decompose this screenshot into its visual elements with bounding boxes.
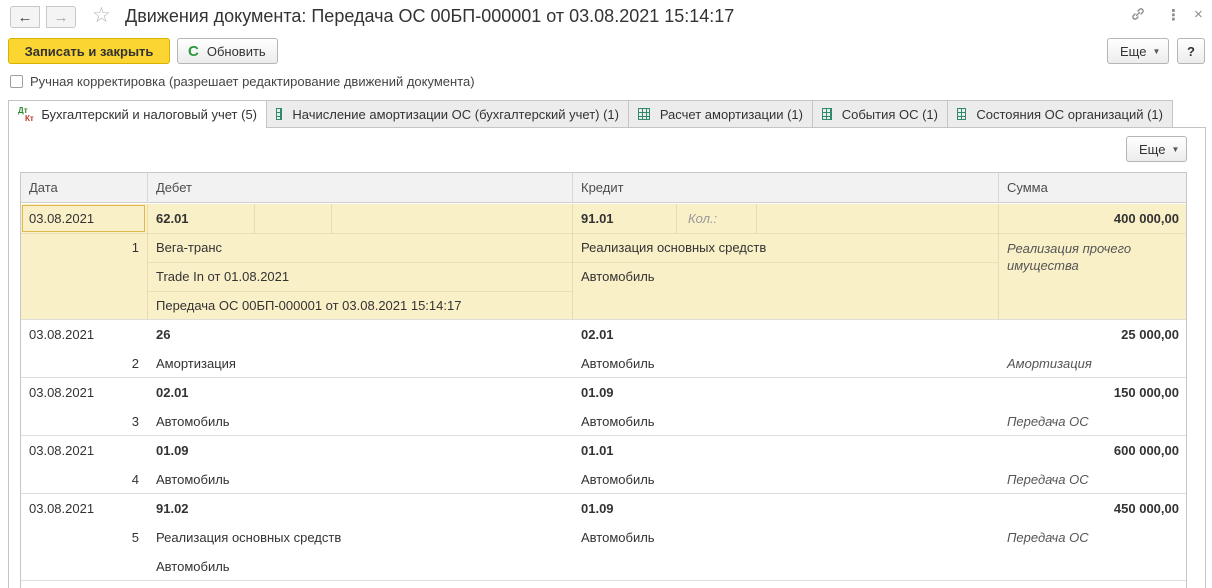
cell-credit-subconto[interactable]: Реализация основных средств — [581, 233, 766, 262]
cell-credit-account[interactable]: 01.09 — [581, 494, 614, 523]
grid-icon — [822, 108, 832, 120]
column-header-credit[interactable]: Кредит — [573, 173, 999, 203]
entries-table[interactable]: Дата Дебет Кредит Сумма 03.08.2021 62.01… — [20, 172, 1187, 588]
cell-amount[interactable]: 600 000,00 — [999, 436, 1179, 465]
cell-debit-account[interactable]: 91.02 — [156, 494, 189, 523]
cell-credit-subconto[interactable]: Автомобиль — [581, 465, 655, 494]
cell-debit-subconto[interactable]: Передача ОС 00БП-000001 от 03.08.2021 15… — [156, 291, 461, 320]
cell-credit-qty-label: Кол.: — [688, 211, 718, 226]
window-title: Движения документа: Передача ОС 00БП-000… — [125, 6, 735, 26]
cell-credit-account[interactable]: 01.09 — [581, 378, 614, 407]
cell-line-number: 2 — [131, 356, 139, 371]
cell-debit-subconto[interactable]: Амортизация — [156, 349, 236, 378]
arrow-right-icon: → — [53, 8, 69, 26]
cell-line-number: 3 — [131, 414, 139, 429]
table-header: Дата Дебет Кредит Сумма — [21, 173, 1186, 203]
cell-line-number: 5 — [131, 530, 139, 545]
refresh-button[interactable]: C Обновить — [177, 38, 278, 64]
manual-correction-checkbox[interactable] — [10, 75, 23, 88]
cell-debit-account[interactable]: 01.09 — [156, 436, 189, 465]
refresh-icon: C — [188, 42, 199, 60]
cell-content[interactable]: Передача ОС — [1007, 523, 1089, 552]
link-icon[interactable] — [1130, 6, 1146, 26]
more-label: Еще — [1120, 43, 1147, 59]
table-row[interactable]: 03.08.2021 91.02 01.09 450 000,00 5 Реал… — [21, 494, 1186, 581]
cell-content[interactable]: Передача ОС — [1007, 407, 1089, 436]
tab-label: Бухгалтерский и налоговый учет (5) — [41, 107, 257, 122]
cell-credit-account[interactable]: 01.01 — [581, 436, 614, 465]
tab-bar: Дт Кт Бухгалтерский и налоговый учет (5) … — [8, 100, 1178, 128]
cell-content[interactable]: Реализация прочего имущества — [1007, 240, 1167, 274]
cell-debit-account[interactable]: 62.01 — [156, 204, 189, 233]
more-label: Еще — [1139, 141, 1166, 157]
cell-debit-subconto[interactable]: Автомобиль — [156, 407, 230, 436]
caret-down-icon: ▼ — [1171, 144, 1180, 154]
table-row[interactable]: 03.08.2021 01.09 01.01 600 000,00 4 Авто… — [21, 436, 1186, 494]
cell-date[interactable]: 03.08.2021 — [29, 204, 94, 233]
manual-correction-label[interactable]: Ручная корректировка (разрешает редактир… — [30, 74, 475, 89]
cell-amount[interactable]: 150 000,00 — [999, 378, 1179, 407]
tab-fa-events[interactable]: События ОС (1) — [812, 100, 948, 127]
table-row[interactable]: 03.08.2021 62.01 91.01 Кол.: 400 000,00 … — [21, 204, 1186, 320]
cell-date[interactable]: 03.08.2021 — [29, 436, 94, 465]
more-vertical-icon[interactable]: ⋮ — [1166, 6, 1181, 24]
tab-label: Начисление амортизации ОС (бухгалтерский… — [292, 106, 619, 122]
favorite-star-icon[interactable]: ☆ — [92, 4, 111, 28]
manual-correction: Ручная корректировка (разрешает редактир… — [10, 74, 475, 89]
back-button[interactable]: ← — [10, 6, 40, 28]
tab-depreciation-calc[interactable]: Расчет амортизации (1) — [628, 100, 813, 127]
tab-depreciation-accrual[interactable]: Начисление амортизации ОС (бухгалтерский… — [266, 100, 629, 127]
cell-amount[interactable]: 400 000,00 — [999, 204, 1179, 233]
column-header-date[interactable]: Дата — [21, 173, 148, 203]
cell-debit-subconto[interactable]: Реализация основных средств — [156, 523, 341, 552]
table-row[interactable]: 03.08.2021 26 02.01 25 000,00 2 Амортиза… — [21, 320, 1186, 378]
cell-date[interactable]: 03.08.2021 — [29, 378, 94, 407]
grid-icon — [276, 108, 283, 120]
table-row[interactable]: 03.08.2021 02.01 01.09 150 000,00 3 Авто… — [21, 378, 1186, 436]
tab-label: События ОС (1) — [841, 106, 938, 122]
refresh-label: Обновить — [206, 43, 266, 59]
cell-credit-account[interactable]: 91.01 — [581, 204, 614, 233]
cell-date[interactable]: 03.08.2021 — [29, 494, 94, 523]
tab-label: Расчет амортизации (1) — [659, 106, 803, 122]
cell-line-number: 1 — [131, 240, 139, 255]
close-icon[interactable]: × — [1194, 6, 1203, 23]
cell-line-number: 4 — [131, 472, 139, 487]
tab-label: Состояния ОС организаций (1) — [976, 106, 1163, 122]
cell-content[interactable]: Амортизация — [1007, 349, 1092, 378]
forward-button[interactable]: → — [46, 6, 76, 28]
arrow-left-icon: ← — [17, 8, 33, 26]
tab-fa-states[interactable]: Состояния ОС организаций (1) — [947, 100, 1173, 127]
cell-content[interactable]: Передача ОС — [1007, 465, 1089, 494]
cell-credit-subconto[interactable]: Автомобиль — [581, 523, 655, 552]
cell-credit-account[interactable]: 02.01 — [581, 320, 614, 349]
cell-debit-subconto[interactable]: Автомобиль — [156, 465, 230, 494]
cell-credit-subconto[interactable]: Автомобиль — [581, 349, 655, 378]
cell-debit-account[interactable]: 26 — [156, 320, 170, 349]
cell-date[interactable]: 03.08.2021 — [29, 320, 94, 349]
cell-credit-subconto[interactable]: Автомобиль — [581, 262, 655, 291]
tab-accounting[interactable]: Дт Кт Бухгалтерский и налоговый учет (5) — [8, 100, 267, 128]
grid-icon — [638, 108, 650, 120]
cell-debit-subconto[interactable]: Вега-транс — [156, 233, 222, 262]
panel-more-button[interactable]: Еще ▼ — [1126, 136, 1187, 162]
dtkt-icon: Дт Кт — [18, 105, 34, 123]
more-menu-button[interactable]: Еще ▼ — [1107, 38, 1169, 64]
grid-icon — [957, 108, 967, 120]
cell-debit-subconto[interactable]: Автомобиль — [156, 552, 230, 581]
cell-debit-subconto[interactable]: Trade In от 01.08.2021 — [156, 262, 289, 291]
title-bar: ← → ☆ Движения документа: Передача ОС 00… — [0, 0, 1212, 34]
help-button[interactable]: ? — [1177, 38, 1205, 64]
cell-amount[interactable]: 25 000,00 — [999, 320, 1179, 349]
caret-down-icon: ▼ — [1152, 46, 1161, 56]
cell-amount[interactable]: 450 000,00 — [999, 494, 1179, 523]
save-and-close-button[interactable]: Записать и закрыть — [8, 38, 170, 64]
column-header-amount[interactable]: Сумма — [999, 173, 1186, 203]
cell-debit-account[interactable]: 02.01 — [156, 378, 189, 407]
column-header-debit[interactable]: Дебет — [148, 173, 573, 203]
cell-credit-subconto[interactable]: Автомобиль — [581, 407, 655, 436]
